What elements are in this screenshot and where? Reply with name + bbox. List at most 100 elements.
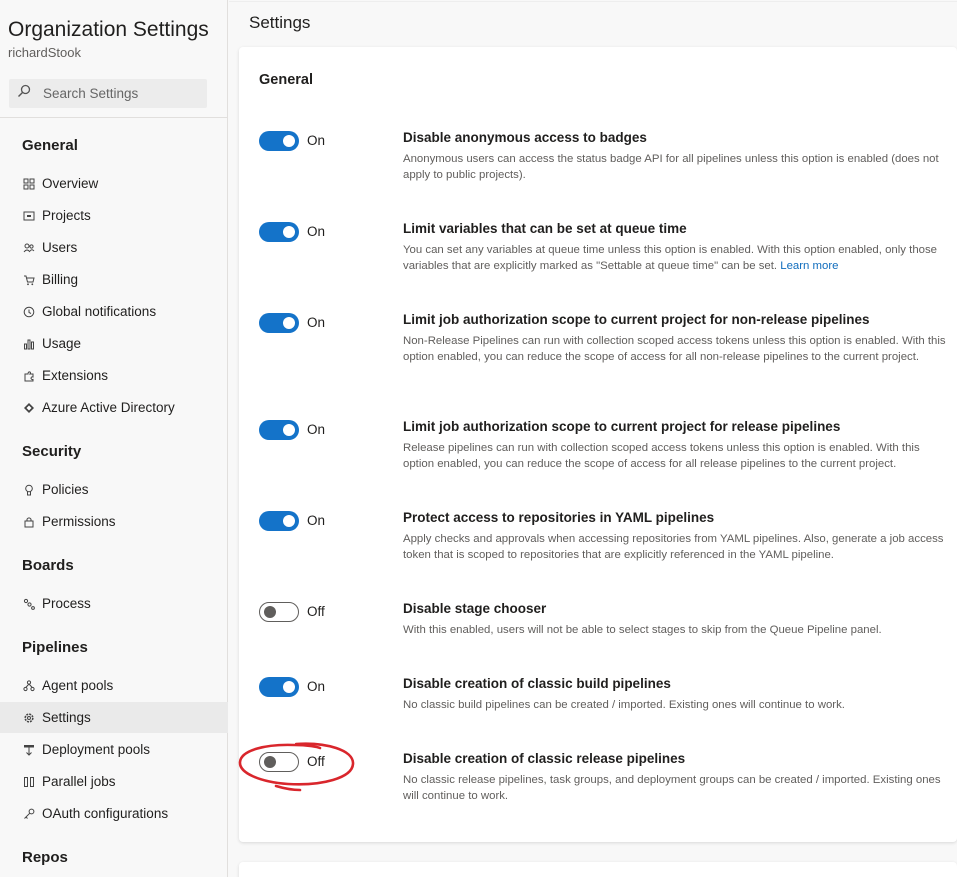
sidebar-item-label: Permissions [42,514,116,529]
sidebar-item-process[interactable]: Process [0,588,228,619]
sidebar-item-agent-pools[interactable]: Agent pools [0,670,228,701]
sidebar-item-global-notifications[interactable]: Global notifications [0,296,228,327]
general-settings-card: General On Disable anonymous access to b… [239,47,957,842]
sidebar-item-policies[interactable]: Policies [0,474,228,505]
sidebar-item-label: Parallel jobs [42,774,116,789]
toggle-switch[interactable] [259,602,299,622]
sidebar-item-label: Global notifications [42,304,157,319]
key-icon [22,807,36,821]
deployment-pools-icon [22,743,36,757]
main-content: Settings General On Disable anonymous ac… [229,0,957,877]
toggle-switch[interactable] [259,222,299,242]
setting-description: You can set any variables at queue time … [403,242,948,274]
bar-chart-icon [22,337,36,351]
setting-description: Release pipelines can run with collectio… [403,442,920,470]
section-boards: Boards [22,557,74,574]
sidebar-item-label: Deployment pools [42,742,151,757]
org-user: richardStook [8,45,81,60]
policy-icon [22,483,36,497]
users-icon [22,241,36,255]
setting-description: Apply checks and approvals when accessin… [403,533,944,561]
gear-icon [22,711,36,725]
toggle-switch[interactable] [259,511,299,531]
setting-description: With this enabled, users will not be abl… [403,624,882,636]
sidebar-item-label: Azure Active Directory [42,400,175,415]
setting-title: Disable stage chooser [403,601,547,616]
toggle-state: Off [307,754,325,769]
setting-title: Disable creation of classic build pipeli… [403,676,671,691]
toggle-switch[interactable] [259,131,299,151]
org-title: Organization Settings [8,18,209,41]
setting-title: Limit variables that can be set at queue… [403,221,687,236]
toggle-state: On [307,679,326,694]
setting-title: Disable anonymous access to badges [403,130,647,145]
sidebar-item-deployment-pools[interactable]: Deployment pools [0,734,228,765]
setting-description: No classic release pipelines, task group… [403,774,941,802]
search-placeholder: Search Settings [43,86,139,101]
grid-icon [22,177,36,191]
setting-description-text: You can set any variables at queue time … [403,244,938,272]
sidebar-item-billing[interactable]: Billing [0,264,228,295]
sidebar-item-label: OAuth configurations [42,806,169,821]
setting-description: Anonymous users can access the status ba… [403,153,939,181]
setting-title: Limit job authorization scope to current… [403,419,841,434]
search-icon [17,84,31,103]
sidebar-item-overview[interactable]: Overview [0,168,228,199]
sidebar-item-azure-active-directory[interactable]: Azure Active Directory [0,392,228,423]
sidebar-item-settings[interactable]: Settings [0,702,228,733]
sidebar-item-label: Users [42,240,78,255]
setting-description: Non-Release Pipelines can run with colle… [403,335,946,363]
sidebar-item-label: Overview [42,176,99,191]
process-icon [22,597,36,611]
sidebar-item-label: Process [42,596,91,611]
toggle-switch[interactable] [259,313,299,333]
section-security: Security [22,443,82,460]
toggle-state: On [307,133,326,148]
card-title: General [259,72,313,88]
toggle-state: Off [307,604,325,619]
sidebar-item-label: Settings [42,710,91,725]
toggle-switch[interactable] [259,677,299,697]
top-divider [229,1,957,2]
section-general: General [22,137,78,154]
sidebar-item-oauth-configurations[interactable]: OAuth configurations [0,798,228,829]
setting-title: Limit job authorization scope to current… [403,312,870,327]
agent-pools-icon [22,679,36,693]
sidebar-item-label: Extensions [42,368,109,383]
search-input[interactable]: Search Settings [9,79,207,108]
toggle-state: On [307,422,326,437]
sidebar-item-label: Billing [42,272,79,287]
learn-more-link[interactable]: Learn more [780,260,838,272]
sidebar-item-extensions[interactable]: Extensions [0,360,228,391]
toggle-state: On [307,513,326,528]
sidebar-divider [0,117,228,118]
notification-icon [22,305,36,319]
sidebar-item-users[interactable]: Users [0,232,228,263]
toggle-state: On [307,315,326,330]
sidebar-item-parallel-jobs[interactable]: Parallel jobs [0,766,228,797]
azure-ad-icon [22,401,36,415]
sidebar-item-usage[interactable]: Usage [0,328,228,359]
lock-icon [22,515,36,529]
setting-title: Disable creation of classic release pipe… [403,751,686,766]
sidebar-item-label: Policies [42,482,89,497]
page-title: Settings [249,13,311,32]
sidebar-item-label: Projects [42,208,91,223]
section-pipelines: Pipelines [22,639,88,656]
setting-title: Protect access to repositories in YAML p… [403,510,715,525]
sidebar-item-permissions[interactable]: Permissions [0,506,228,537]
toggle-switch[interactable] [259,420,299,440]
puzzle-icon [22,369,36,383]
sidebar-item-label: Agent pools [42,678,114,693]
toggle-switch[interactable] [259,752,299,772]
toggle-state: On [307,224,326,239]
parallel-jobs-icon [22,775,36,789]
sidebar-item-label: Usage [42,336,82,351]
project-icon [22,209,36,223]
setting-description: No classic build pipelines can be create… [403,699,845,711]
next-settings-card [239,862,957,877]
sidebar-item-projects[interactable]: Projects [0,200,228,231]
sidebar: Organization Settings richardStook Searc… [0,0,228,877]
cart-icon [22,273,36,287]
section-repos: Repos [22,849,68,866]
